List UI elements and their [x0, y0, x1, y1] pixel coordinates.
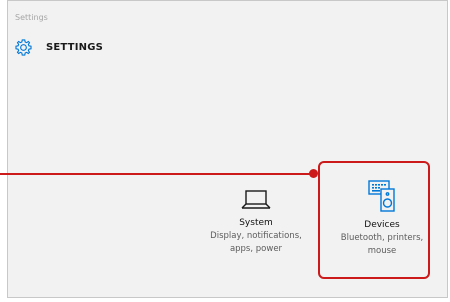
tile-system-desc-line1: Display, notifications, [210, 231, 302, 241]
tile-system-name: System [239, 218, 273, 228]
tile-system[interactable]: System Display, notifications, apps, pow… [196, 189, 316, 255]
window-title: Settings [15, 13, 48, 22]
gear-icon [15, 38, 32, 56]
tile-system-desc-line2: apps, power [229, 244, 283, 254]
page-header: SETTINGS [14, 37, 103, 57]
callout-line [0, 173, 313, 175]
highlight-box [318, 161, 430, 279]
laptop-icon [241, 190, 271, 209]
callout-dot [309, 169, 318, 178]
page-title: SETTINGS [46, 41, 104, 53]
